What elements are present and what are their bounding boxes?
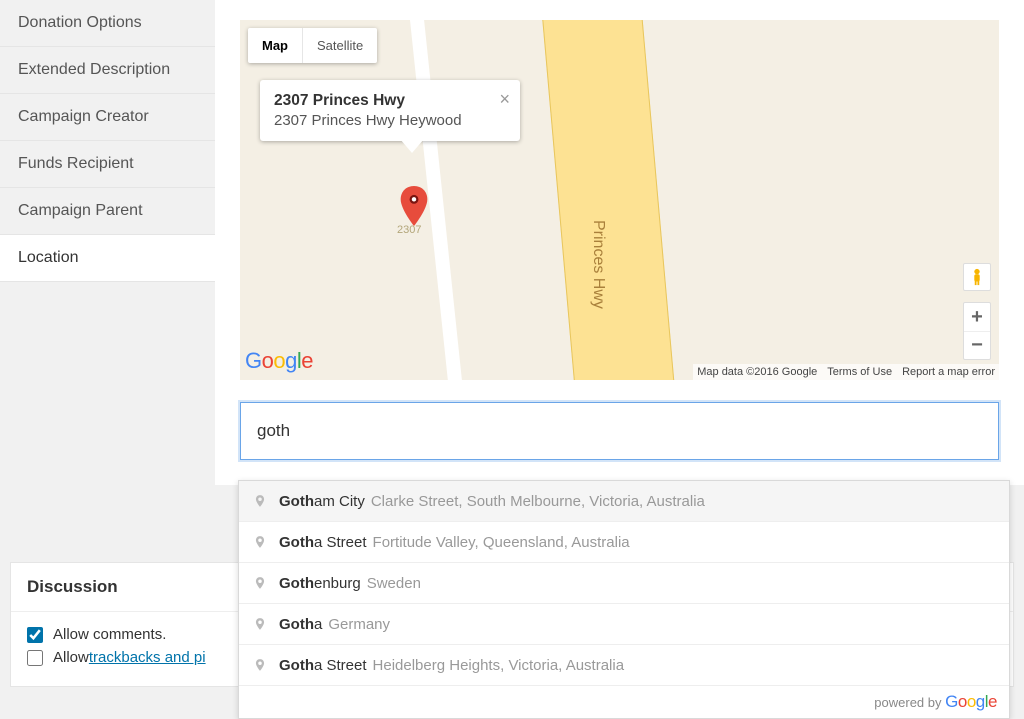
sidebar-item-campaign-parent[interactable]: Campaign Parent xyxy=(0,188,215,235)
pin-icon xyxy=(253,533,267,551)
autocomplete-secondary: Fortitude Valley, Queensland, Australia xyxy=(373,534,630,551)
sidebar-item-funds-recipient[interactable]: Funds Recipient xyxy=(0,141,215,188)
pin-icon xyxy=(253,656,267,674)
allow-comments-checkbox[interactable] xyxy=(27,627,43,643)
autocomplete-item[interactable]: Gotham City Clarke Street, South Melbour… xyxy=(239,481,1009,522)
google-logo-small: Google xyxy=(945,692,997,711)
autocomplete-item[interactable]: Gotha Germany xyxy=(239,604,1009,645)
zoom-in-button[interactable]: + xyxy=(964,303,990,331)
map-marker-icon[interactable] xyxy=(400,186,428,226)
pin-icon xyxy=(253,574,267,592)
autocomplete-item[interactable]: Gotha Street Fortitude Valley, Queenslan… xyxy=(239,522,1009,563)
sidebar-item-campaign-creator[interactable]: Campaign Creator xyxy=(0,94,215,141)
map-data-label: Map data ©2016 Google xyxy=(697,366,817,378)
close-icon[interactable]: × xyxy=(499,90,510,108)
map-button[interactable]: Map xyxy=(248,28,302,63)
satellite-button[interactable]: Satellite xyxy=(302,28,377,63)
report-error-link[interactable]: Report a map error xyxy=(902,366,995,378)
map-footer: Map data ©2016 Google Terms of Use Repor… xyxy=(693,364,999,380)
autocomplete-secondary: Heidelberg Heights, Victoria, Australia xyxy=(373,657,625,674)
autocomplete-secondary: Clarke Street, South Melbourne, Victoria… xyxy=(371,493,705,510)
autocomplete-main: Gotha xyxy=(279,616,322,633)
autocomplete-item[interactable]: Gothenburg Sweden xyxy=(239,563,1009,604)
info-window-title: 2307 Princes Hwy xyxy=(274,92,506,110)
sidebar-item-location[interactable]: Location xyxy=(0,235,215,282)
location-search-input[interactable] xyxy=(240,402,999,460)
sidebar: Donation Options Extended Description Ca… xyxy=(0,0,215,485)
google-logo: Google xyxy=(245,348,313,374)
autocomplete-main: Gotham City xyxy=(279,493,365,510)
terms-link[interactable]: Terms of Use xyxy=(827,366,892,378)
sidebar-item-extended-description[interactable]: Extended Description xyxy=(0,47,215,94)
info-window-subtitle: 2307 Princes Hwy Heywood xyxy=(274,112,506,129)
pin-icon xyxy=(253,615,267,633)
autocomplete-secondary: Sweden xyxy=(367,575,421,592)
content-panel: Princes Hwy Map Satellite × 2307 Princes… xyxy=(215,0,1024,485)
allow-comments-label: Allow comments. xyxy=(53,626,166,643)
autocomplete-dropdown: Gotham City Clarke Street, South Melbour… xyxy=(238,480,1010,719)
info-window: × 2307 Princes Hwy 2307 Princes Hwy Heyw… xyxy=(260,80,520,141)
autocomplete-main: Gotha Street xyxy=(279,534,367,551)
allow-trackbacks-checkbox[interactable] xyxy=(27,650,43,666)
pegman-icon[interactable] xyxy=(963,263,991,291)
autocomplete-footer: powered by Google xyxy=(239,686,1009,718)
zoom-control: + − xyxy=(963,302,991,360)
pin-icon xyxy=(253,492,267,510)
trackbacks-link[interactable]: trackbacks and pi xyxy=(89,649,206,666)
main-container: Donation Options Extended Description Ca… xyxy=(0,0,1024,485)
allow-trackbacks-prefix: Allow xyxy=(53,649,89,666)
map[interactable]: Princes Hwy Map Satellite × 2307 Princes… xyxy=(240,20,999,380)
autocomplete-main: Gotha Street xyxy=(279,657,367,674)
map-type-control: Map Satellite xyxy=(248,28,377,63)
autocomplete-secondary: Germany xyxy=(328,616,390,633)
zoom-out-button[interactable]: − xyxy=(964,331,990,359)
road-label: Princes Hwy xyxy=(589,220,607,309)
autocomplete-main: Gothenburg xyxy=(279,575,361,592)
sidebar-item-donation-options[interactable]: Donation Options xyxy=(0,0,215,47)
autocomplete-item[interactable]: Gotha Street Heidelberg Heights, Victori… xyxy=(239,645,1009,686)
